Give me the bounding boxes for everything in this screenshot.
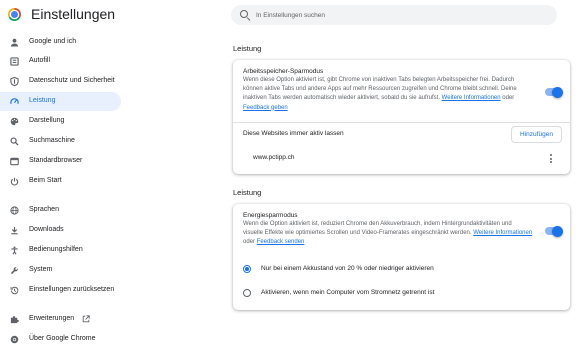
history-icon	[10, 286, 19, 295]
sidebar-item-label: Einstellungen zurücksetzen	[29, 286, 115, 293]
search-icon	[10, 137, 19, 146]
puzzle-icon	[10, 315, 19, 324]
sidebar-item-label: Downloads	[29, 226, 64, 233]
search-icon	[240, 10, 248, 18]
open-in-new-icon	[82, 315, 90, 323]
site-entry: www.pctipp.ch	[253, 154, 295, 161]
person-icon	[10, 38, 19, 47]
divider	[233, 122, 570, 123]
sidebar-item-erweiterungen[interactable]: Erweiterungen	[0, 310, 121, 329]
palette-icon	[10, 117, 19, 126]
wrench-icon	[10, 266, 19, 275]
sidebar-item-datenschutz[interactable]: Datenschutz und Sicherheit	[0, 72, 121, 91]
energy-saver-toggle[interactable]	[545, 225, 563, 237]
sidebar-item-label: Autofill	[29, 57, 51, 64]
more-vert-icon[interactable]	[549, 154, 553, 165]
energy-saver-card: Energiesparmodus Wenn die Option aktivie…	[233, 204, 570, 310]
sidebar-item-label: Erweiterungen	[29, 315, 75, 322]
sidebar-item-label: Datenschutz und Sicherheit	[29, 77, 115, 84]
feedback-link[interactable]: Feedback senden	[257, 239, 305, 245]
browser-icon	[10, 157, 19, 166]
accessibility-icon	[10, 246, 19, 255]
sidebar-item-label: System	[29, 266, 53, 273]
sidebar-item-sprachen[interactable]: Sprachen	[0, 201, 121, 220]
shield-icon	[10, 77, 19, 86]
section-title-performance-2: Leistung	[233, 188, 262, 197]
sidebar-item-standardbrowser[interactable]: Standardbrowser	[0, 152, 121, 171]
download-icon	[10, 226, 19, 235]
speedometer-icon	[10, 97, 19, 106]
chrome-icon	[10, 335, 19, 344]
page-title: Einstellungen	[31, 6, 116, 22]
sidebar-item-einstellungen-zuruecksetzen[interactable]: Einstellungen zurücksetzen	[0, 281, 121, 300]
toggle-knob	[552, 225, 563, 237]
toggle-knob	[552, 86, 563, 98]
sidebar-item-ueber-google-chrome[interactable]: Über Google Chrome	[0, 330, 121, 349]
sidebar-item-label: Leistung	[29, 97, 56, 104]
chrome-logo-icon	[8, 8, 21, 21]
more-info-link[interactable]: Weitere Informationen	[442, 95, 501, 101]
header: Einstellungen	[0, 0, 580, 32]
sidebar-item-label: Suchmaschine	[29, 137, 75, 144]
section-title-performance: Leistung	[233, 44, 262, 53]
sidebar-item-label: Darstellung	[29, 117, 65, 124]
sidebar-item-google-und-ich[interactable]: Google und ich	[0, 33, 121, 52]
autofill-icon	[10, 57, 19, 66]
energy-saver-title: Energiesparmodus	[243, 212, 298, 219]
sidebar-item-beim-start[interactable]: Beim Start	[0, 172, 121, 191]
memory-saver-description: Wenn diese Option aktiviert ist, gibt Ch…	[243, 77, 517, 111]
sidebar-item-autofill[interactable]: Autofill	[0, 52, 121, 71]
sidebar-item-label: Bedienungshilfen	[29, 246, 83, 253]
sidebar-item-leistung[interactable]: Leistung	[0, 92, 121, 111]
sidebar-item-darstellung[interactable]: Darstellung	[0, 112, 121, 131]
sidebar-item-label: Über Google Chrome	[29, 335, 96, 342]
globe-icon	[10, 206, 19, 215]
memory-saver-toggle[interactable]	[545, 86, 563, 98]
radio-label: Aktivieren, wenn mein Computer vom Strom…	[261, 289, 435, 296]
energy-saver-description: Wenn die Option aktiviert ist, reduziert…	[243, 221, 533, 246]
sidebar-item-label: Beim Start	[29, 177, 62, 184]
radio-label: Nur bei einem Akkustand von 20 % oder ni…	[261, 265, 434, 272]
memory-saver-card: Arbeitsspeicher-Sparmodus Wenn diese Opt…	[233, 60, 570, 174]
sidebar-item-system[interactable]: System	[0, 261, 121, 280]
search-box[interactable]	[231, 5, 557, 25]
power-icon	[10, 177, 19, 186]
feedback-link[interactable]: Feedback geben	[243, 105, 288, 111]
more-info-link[interactable]: Weitere Informationen	[473, 230, 532, 236]
sidebar-item-label: Sprachen	[29, 206, 59, 213]
add-site-button[interactable]: Hinzufügen	[511, 126, 562, 143]
search-input[interactable]	[256, 5, 546, 25]
radio-battery-20[interactable]	[243, 265, 251, 273]
always-active-label: Diese Websites immer aktiv lassen	[243, 130, 344, 137]
sidebar-item-suchmaschine[interactable]: Suchmaschine	[0, 132, 121, 151]
sidebar-item-label: Google und ich	[29, 38, 77, 45]
sidebar-item-bedienungshilfen[interactable]: Bedienungshilfen	[0, 241, 121, 260]
radio-unplugged[interactable]	[243, 289, 251, 297]
sidebar-item-downloads[interactable]: Downloads	[0, 221, 121, 240]
sidebar-item-label: Standardbrowser	[29, 157, 83, 164]
memory-saver-title: Arbeitsspeicher-Sparmodus	[243, 68, 324, 75]
